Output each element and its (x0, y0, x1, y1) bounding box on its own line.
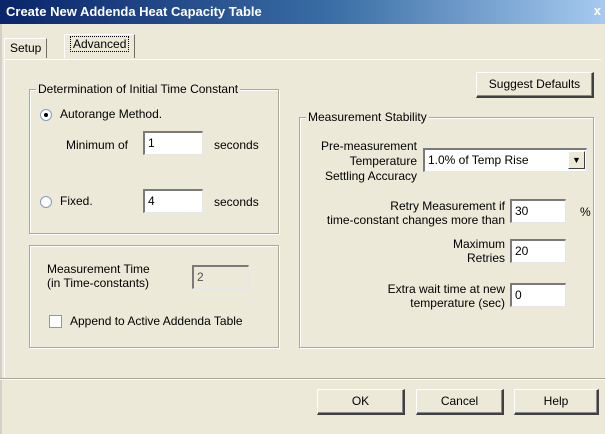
minimum-label: Minimum of (66, 138, 129, 152)
extra-wait-label-2: temperature (sec) (410, 296, 505, 310)
extra-wait-label-1: Extra wait time at new (387, 282, 505, 296)
settling-accuracy-value: 1.0% of Temp Rise (428, 153, 529, 167)
append-addenda-label: Append to Active Addenda Table (70, 314, 243, 328)
fixed-seconds-input[interactable]: 4 (143, 189, 203, 213)
pre-measurement-label-2: Temperature (349, 154, 417, 168)
title-bar[interactable]: Create New Addenda Heat Capacity Table x (0, 0, 605, 24)
extra-wait-input[interactable]: 0 (510, 283, 566, 307)
minimum-unit-label: seconds (214, 138, 259, 152)
help-button[interactable]: Help (514, 389, 599, 415)
tab-advanced-label: Advanced (70, 36, 130, 52)
measurement-time-group (29, 245, 279, 348)
retry-threshold-input[interactable]: 30 (510, 199, 566, 223)
ok-button[interactable]: OK (317, 389, 405, 415)
suggest-defaults-button[interactable]: Suggest Defaults (476, 72, 594, 98)
pre-measurement-label-1: Pre-measurement (320, 139, 417, 153)
retry-label-1: Retry Measurement if (390, 199, 505, 213)
cancel-button[interactable]: Cancel (416, 389, 504, 415)
measurement-time-sublabel: (in Time-constants) (47, 276, 150, 290)
max-retries-input[interactable]: 20 (510, 239, 566, 263)
tab-setup[interactable]: Setup (4, 38, 48, 58)
settling-accuracy-select[interactable]: 1.0% of Temp Rise ▼ (423, 148, 587, 172)
max-retries-label-2: Retries (466, 251, 505, 265)
chevron-down-icon[interactable]: ▼ (568, 151, 585, 169)
fixed-unit-label: seconds (214, 195, 259, 209)
autorange-label: Autorange Method. (60, 107, 163, 121)
append-addenda-checkbox[interactable] (49, 315, 62, 328)
footer-divider (0, 378, 605, 380)
measurement-stability-legend: Measurement Stability (306, 110, 429, 124)
window-title: Create New Addenda Heat Capacity Table (6, 4, 262, 19)
minimum-seconds-input[interactable]: 1 (143, 131, 203, 155)
initial-time-constant-legend: Determination of Initial Time Constant (36, 82, 241, 96)
tab-strip: Setup Advanced (0, 24, 605, 60)
fixed-radio[interactable] (40, 196, 52, 208)
retry-label-2: time-constant changes more than (326, 213, 505, 227)
window-left-edge (0, 24, 2, 434)
tab-setup-label: Setup (10, 41, 42, 55)
autorange-radio[interactable] (40, 109, 52, 121)
tab-advanced[interactable]: Advanced (64, 34, 136, 58)
measurement-time-input: 2 (192, 265, 249, 289)
retry-unit-label: % (580, 205, 591, 219)
pre-measurement-label-3: Settling Accuracy (324, 169, 417, 183)
max-retries-label-1: Maximum (452, 237, 505, 251)
close-icon[interactable]: x (594, 3, 601, 18)
fixed-label: Fixed. (60, 194, 93, 208)
measurement-time-label: Measurement Time (47, 262, 150, 276)
dialog-window: Create New Addenda Heat Capacity Table x… (0, 0, 605, 434)
